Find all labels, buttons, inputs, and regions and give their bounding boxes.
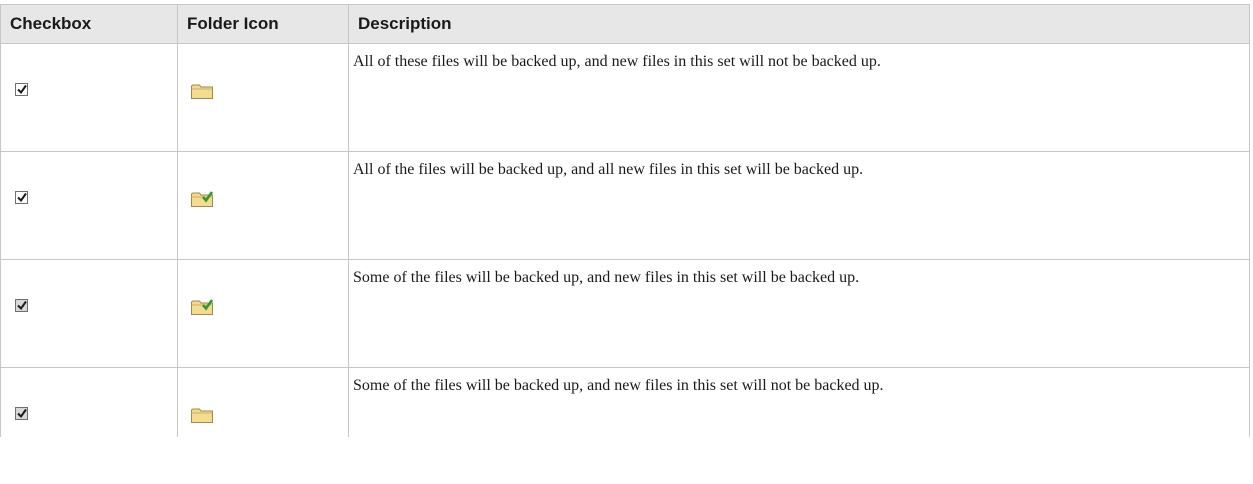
description-cell: Some of the files will be backed up, and… [348,367,1250,437]
folder-icon-cell [177,367,349,437]
table-row: All of these files will be backed up, an… [0,43,1250,152]
table-row: Some of the files will be backed up, and… [0,259,1250,368]
checkbox-cell [0,151,178,260]
folder-icon-cell [177,151,349,260]
folder-icon [191,408,213,423]
checkbox-cell [0,43,178,152]
folder-icon-cell [177,43,349,152]
description-text: All of these files will be backed up, an… [353,53,881,70]
checkbox-cell [0,259,178,368]
column-header-folder-icon: Folder Icon [177,4,349,44]
checkbox-partial-icon [15,407,28,420]
description-text: All of the files will be backed up, and … [353,161,864,178]
description-text: Some of the files will be backed up, and… [353,269,860,286]
table-row: All of the files will be backed up, and … [0,151,1250,260]
folder-check-icon [191,191,214,207]
description-cell: All of the files will be backed up, and … [348,151,1250,260]
folder-check-icon [191,299,214,315]
description-cell: Some of the files will be backed up, and… [348,259,1250,368]
checkbox-cell [0,367,178,437]
column-header-description: Description [348,4,1250,44]
column-header-checkbox: Checkbox [0,4,178,44]
description-text: Some of the files will be backed up, and… [353,377,884,394]
folder-icon-cell [177,259,349,368]
folder-icon [191,84,213,99]
checkbox-checked-icon [15,83,28,96]
legend-table: Checkbox Folder Icon Description All of … [0,4,1250,437]
header-row: Checkbox Folder Icon Description [0,4,1250,44]
description-cell: All of these files will be backed up, an… [348,43,1250,152]
checkbox-partial-icon [15,299,28,312]
checkbox-checked-icon [15,191,28,204]
table-row: Some of the files will be backed up, and… [0,367,1250,437]
